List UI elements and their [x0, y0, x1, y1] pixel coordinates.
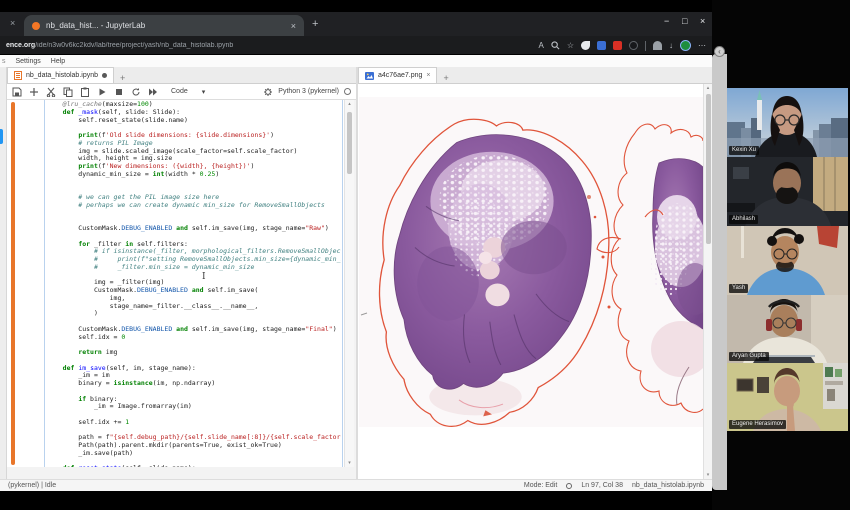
copy-cell-icon[interactable] [63, 87, 73, 97]
code-editor[interactable]: @lru_cache(maxsize=100) def _mask(self, … [47, 101, 341, 467]
notebook-scroll-thumb[interactable] [347, 112, 352, 174]
kernel-status-indicator[interactable] [344, 88, 351, 95]
browser-menu-icon[interactable]: ⋯ [698, 41, 706, 51]
active-cell-collapser[interactable] [11, 102, 15, 465]
participant-name-label: Eugene Herasimov [729, 420, 786, 429]
notebook-tab-label: nb_data_histolab.ipynb [26, 72, 98, 79]
paste-cell-icon[interactable] [80, 87, 90, 97]
window-light [813, 157, 848, 211]
notebook-new-tab-button[interactable]: + [114, 73, 131, 83]
collapse-thumbnails-button[interactable]: ‹ [714, 46, 725, 57]
participant-video-2[interactable]: Abhilash [727, 157, 848, 226]
cell-type-dropdown[interactable]: Code▾ [171, 88, 205, 96]
sidebar-active-indicator [0, 129, 3, 144]
participant-video-4[interactable]: Aryan Gupta [727, 295, 848, 363]
histology-slide-image[interactable] [359, 97, 703, 429]
jupyterlab-app: s Settings Help nb_data_histolab.ipynb + [0, 54, 712, 491]
participant-name-label: Yash [729, 284, 748, 293]
extension-icon-1[interactable] [581, 41, 590, 50]
add-cell-icon[interactable] [29, 87, 39, 97]
window-close-button[interactable]: × [700, 16, 705, 26]
editor-mode[interactable]: Mode: Edit [524, 482, 557, 489]
scroll-down-icon[interactable]: ▾ [345, 459, 354, 467]
text-cursor-pointer: I [202, 272, 206, 282]
participant-video-3[interactable]: Yash [727, 226, 848, 295]
image-tab-label: a4c76ae7.png [378, 72, 422, 79]
browser-tab-title: nb_data_hist... - JupyterLab [46, 21, 285, 30]
kernel-status-text[interactable]: (pykernel) | Idle [8, 482, 56, 489]
restart-run-all-icon[interactable] [148, 87, 158, 97]
screenshare-frame: × nb_data_hist... - JupyterLab × + − □ ×… [0, 0, 850, 510]
address-bar[interactable]: ence.org/ide/n3w0v6kc2kdv/lab/tree/proje… [0, 36, 712, 55]
cut-cell-icon[interactable] [46, 87, 56, 97]
reader-mode-icon[interactable]: A [538, 41, 543, 51]
browser-tab-strip: × nb_data_hist... - JupyterLab × + − □ × [0, 12, 712, 36]
notebook-icon [14, 71, 22, 80]
url-text: ence.org/ide/n3w0v6kc2kdv/lab/tree/proje… [6, 42, 233, 49]
partial-tab-close-icon[interactable]: × [10, 18, 15, 28]
participant-name-label: Abhilash [729, 215, 758, 224]
image-viewer-panel: ▴ ▾ [358, 84, 712, 479]
window-minimize-button[interactable]: − [664, 16, 669, 26]
cursor-position[interactable]: Ln 97, Col 38 [581, 482, 623, 489]
download-icon[interactable]: ↓ [669, 41, 673, 51]
kernel-group: Python 3 (pykernel) [263, 87, 351, 97]
notification-icon[interactable] [566, 483, 572, 489]
menu-item-partial[interactable]: s [2, 58, 6, 65]
stop-kernel-icon[interactable] [114, 87, 124, 97]
shelf [823, 363, 848, 409]
participant-name-label: Kexin Xu [729, 146, 759, 155]
viewer-scrollbar[interactable]: ▴ ▾ [703, 84, 712, 479]
restart-kernel-icon[interactable] [131, 87, 141, 97]
new-tab-button[interactable]: + [312, 19, 318, 30]
viewer-dock-tabbar: a4c76ae7.png × + [358, 67, 712, 84]
panel-grip[interactable] [712, 54, 727, 490]
notebook-scroll-area[interactable]: @lru_cache(maxsize=100) def _mask(self, … [7, 100, 344, 467]
bookmark-star-icon[interactable]: ☆ [567, 41, 574, 51]
profile-ghost-icon[interactable] [653, 41, 662, 50]
run-cell-icon[interactable] [97, 87, 107, 97]
participant-name-label: Aryan Gupta [729, 352, 769, 361]
image-viewer-tab[interactable]: a4c76ae7.png × [358, 67, 437, 83]
scroll-up-icon[interactable]: ▴ [345, 100, 354, 108]
headphone-cup-right [796, 319, 802, 331]
video-thumbnails-panel: ‹ Kex [712, 0, 850, 510]
browser-avatar[interactable] [680, 40, 691, 51]
notebook-scrollbar[interactable]: ▴ ▾ [344, 100, 354, 467]
viewer-scroll-thumb[interactable] [706, 94, 711, 244]
browser-window: × nb_data_hist... - JupyterLab × + − □ ×… [0, 12, 712, 490]
headphone-cup-left [766, 319, 772, 331]
jupyter-favicon [32, 22, 40, 30]
notebook-tab[interactable]: nb_data_histolab.ipynb [7, 67, 114, 83]
gear-icon[interactable] [263, 87, 273, 97]
statusbar-filename: nb_data_histolab.ipynb [632, 482, 704, 489]
participant-video-5[interactable]: Eugene Herasimov [727, 363, 848, 431]
viewer-new-tab-button[interactable]: + [437, 73, 454, 83]
notebook-toolbar: Code▾ Python 3 (pykernel) [7, 84, 356, 100]
extension-icon-3[interactable] [613, 41, 622, 50]
unsaved-changes-indicator[interactable] [102, 73, 107, 78]
viewer-scroll-down-icon[interactable]: ▾ [704, 471, 712, 479]
extension-icon-4[interactable] [629, 41, 638, 50]
address-bar-icons: A ☆ ↓ ⋯ [538, 40, 706, 51]
image-file-icon [365, 72, 374, 80]
window-maximize-button[interactable]: □ [682, 16, 687, 26]
jupyterlab-statusbar: (pykernel) | Idle Mode: Edit Ln 97, Col … [0, 479, 712, 491]
kernel-name[interactable]: Python 3 (pykernel) [278, 88, 339, 95]
menu-item-help[interactable]: Help [51, 58, 65, 65]
participant-video-1[interactable]: Kexin Xu [727, 88, 848, 157]
toolbar-divider [645, 41, 646, 51]
menu-item-settings[interactable]: Settings [16, 58, 41, 65]
zoom-icon[interactable] [551, 41, 560, 50]
browser-tab-jupyterlab[interactable]: nb_data_hist... - JupyterLab × [24, 15, 304, 36]
tab-close-icon[interactable]: × [291, 21, 296, 31]
extension-icon-2[interactable] [597, 41, 606, 50]
save-icon[interactable] [12, 87, 22, 97]
chevron-down-icon: ▾ [202, 88, 206, 96]
notebook-dock-tabbar: nb_data_histolab.ipynb + [7, 67, 356, 84]
viewer-scroll-up-icon[interactable]: ▴ [704, 84, 712, 92]
image-tab-close-icon[interactable]: × [426, 72, 430, 79]
